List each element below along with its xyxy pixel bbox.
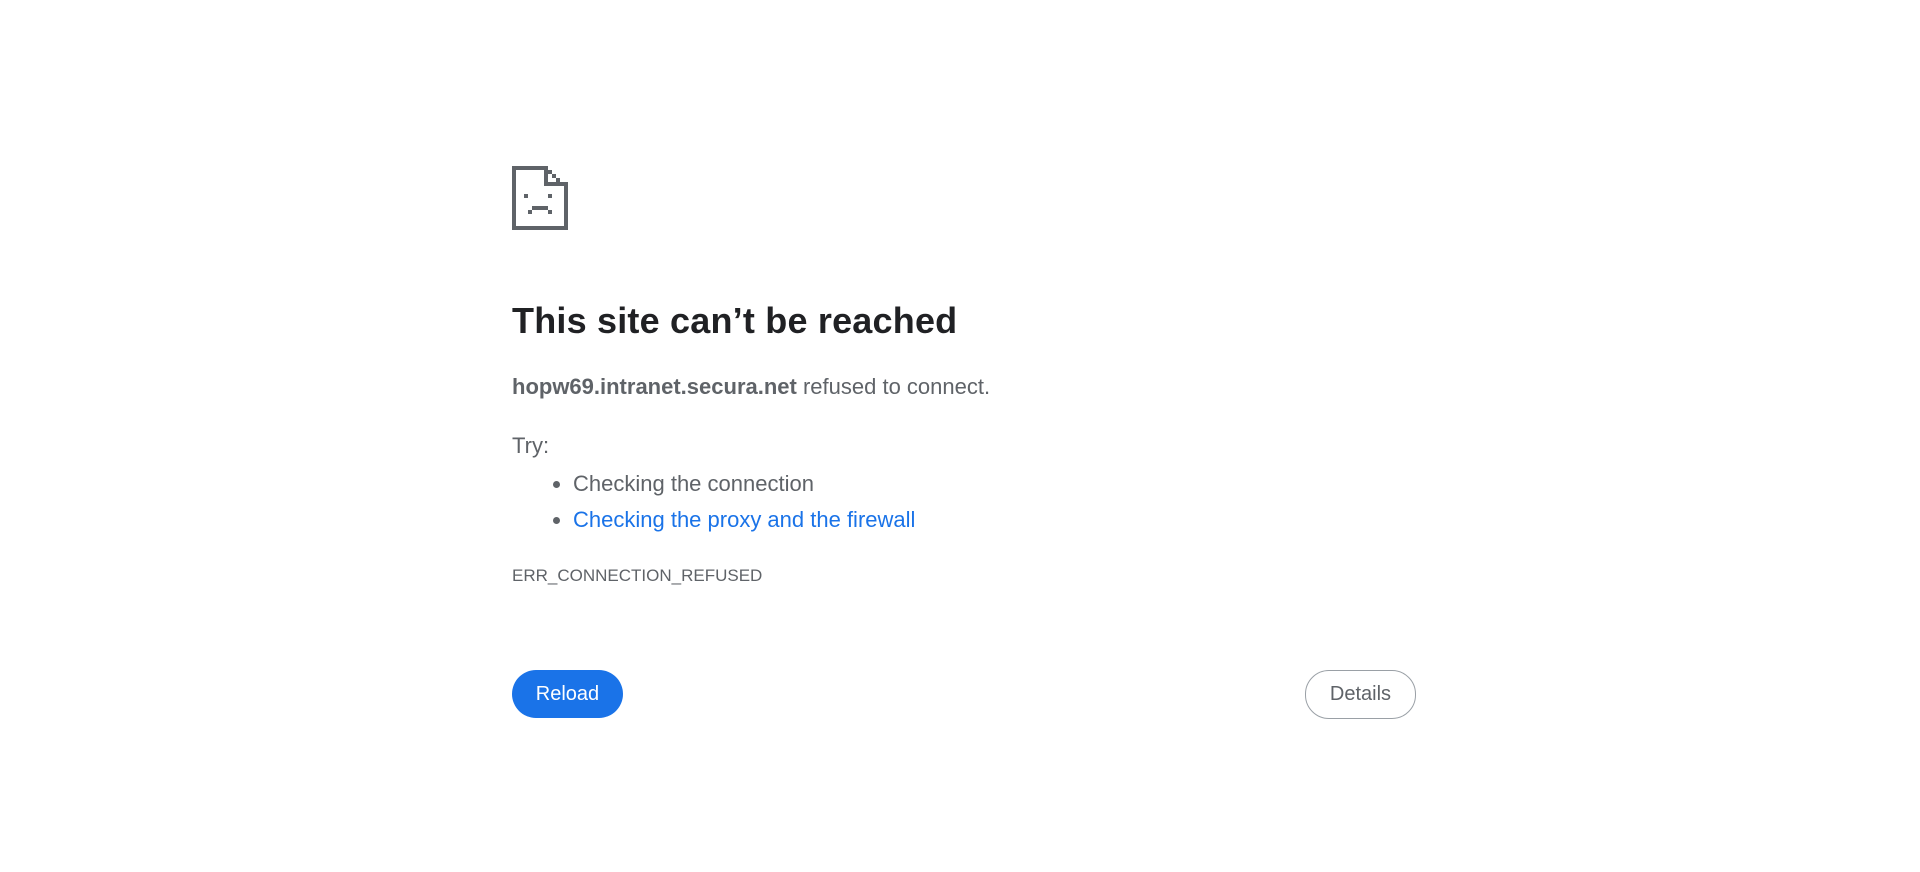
details-button[interactable]: Details: [1305, 670, 1416, 719]
reload-button[interactable]: Reload: [512, 670, 623, 718]
host-name: hopw69.intranet.secura.net: [512, 374, 797, 399]
suggestion-check-proxy: Checking the proxy and the firewall: [573, 502, 915, 538]
suggestion-check-connection: Checking the connection: [573, 466, 915, 502]
error-page: This site can’t be reached hopw69.intran…: [0, 0, 1920, 872]
suggestions-list: Checking the connection Checking the pro…: [512, 466, 915, 538]
try-label: Try:: [512, 433, 550, 458]
error-summary: hopw69.intranet.secura.net refused to co…: [512, 374, 990, 400]
sad-page-icon: [512, 165, 568, 231]
error-message: refused to connect.: [796, 374, 991, 399]
error-code: ERR_CONNECTION_REFUSED: [512, 566, 763, 585]
page-title: This site can’t be reached: [512, 300, 958, 341]
check-proxy-link[interactable]: Checking the proxy and the firewall: [573, 507, 915, 532]
